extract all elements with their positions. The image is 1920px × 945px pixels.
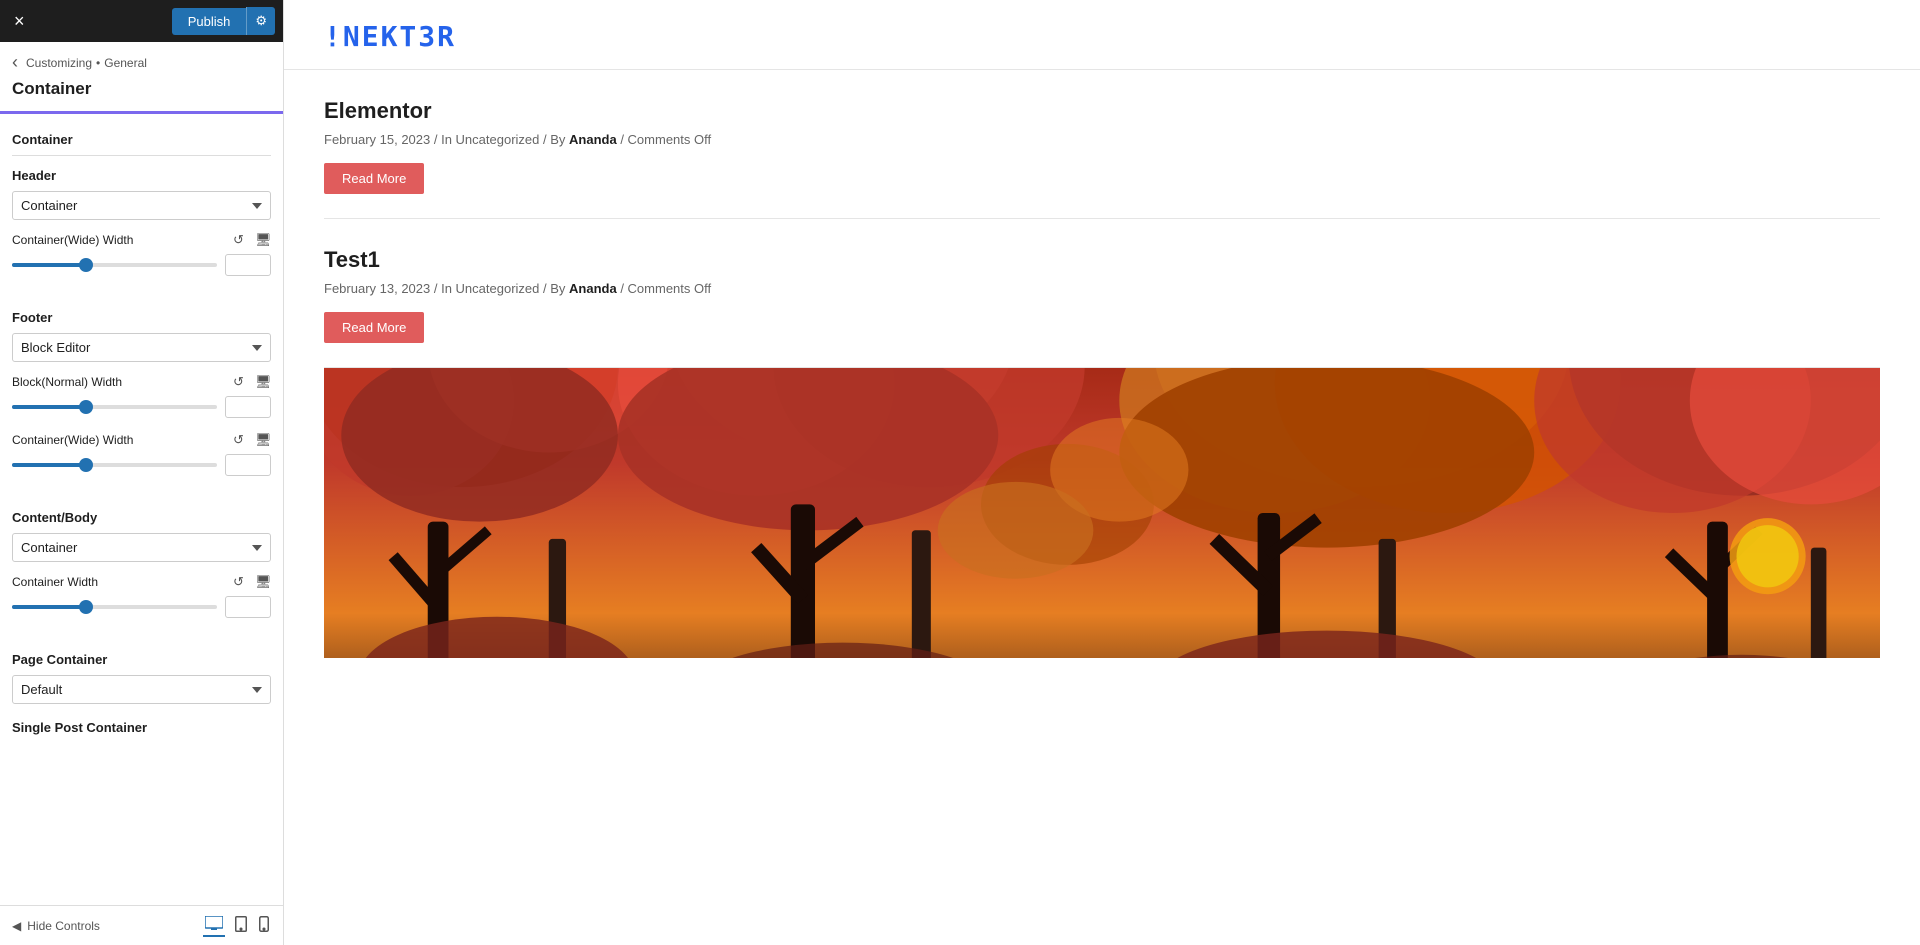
reset-icon[interactable]: ↺ (233, 232, 249, 248)
footer-wide-slider-row (12, 454, 271, 476)
publish-settings-button[interactable]: ⚙ (246, 7, 275, 35)
footer-block-input[interactable] (225, 396, 271, 418)
page-container-select[interactable]: Default Container Block Editor (12, 675, 271, 704)
read-more-button-1[interactable]: Read More (324, 163, 424, 194)
right-preview: !NEKT3R Elementor February 15, 2023 / In… (284, 0, 1920, 945)
reset-icon-3[interactable]: ↺ (233, 432, 249, 448)
post-image-item (324, 368, 1880, 658)
desktop-icon[interactable]: 🖥 (255, 232, 271, 248)
left-arrow-icon: ◀ (12, 919, 21, 933)
reset-icon-2[interactable]: ↺ (233, 374, 249, 390)
footer-wide-width-icons: ↺ 🖥 (233, 432, 271, 448)
content-width-icons: ↺ 🖥 (233, 574, 271, 590)
header-wide-width-slider[interactable] (12, 263, 217, 267)
desktop-icon-2[interactable]: 🖥 (255, 374, 271, 390)
autumn-image (324, 368, 1880, 658)
footer-block-width-icons: ↺ 🖥 (233, 374, 271, 390)
breadcrumb-path: Customizing (26, 56, 92, 70)
header-wide-width-row: Container(Wide) Width ↺ 🖥 (12, 232, 271, 248)
panel-body: Container Header Container Block Editor … (0, 114, 283, 905)
view-icons (203, 914, 271, 937)
post-list: Elementor February 15, 2023 / In Uncateg… (284, 70, 1920, 658)
breadcrumb-separator: • (96, 56, 100, 70)
footer-block-slider[interactable] (12, 405, 217, 409)
close-button[interactable]: × (8, 7, 31, 36)
footer-block-slider-row (12, 396, 271, 418)
content-width-row: Container Width ↺ 🖥 (12, 574, 271, 590)
footer-block-width-label: Block(Normal) Width (12, 375, 233, 389)
footer-wide-input[interactable] (225, 454, 271, 476)
content-width-input[interactable] (225, 596, 271, 618)
desktop-icon-3[interactable]: 🖥 (255, 432, 271, 448)
footer-wide-width-label: Container(Wide) Width (12, 433, 233, 447)
content-width-slider-row (12, 596, 271, 618)
post-item: Test1 February 13, 2023 / In Uncategoriz… (324, 219, 1880, 368)
post-meta-2: February 13, 2023 / In Uncategorized / B… (324, 281, 1880, 296)
desktop-view-button[interactable] (203, 914, 225, 937)
breadcrumb: ‹ Customizing • General (0, 42, 283, 77)
footer-block-width-row: Block(Normal) Width ↺ 🖥 (12, 374, 271, 390)
header-wide-width-slider-row (12, 254, 271, 276)
footer-wide-width-row: Container(Wide) Width ↺ 🖥 (12, 432, 271, 448)
breadcrumb-back-button[interactable]: ‹ (12, 52, 22, 73)
post-category-2: Uncategorized (456, 281, 540, 296)
header-width-icons: ↺ 🖥 (233, 232, 271, 248)
tablet-view-button[interactable] (233, 914, 249, 937)
publish-btn-group: Publish ⚙ (172, 7, 275, 35)
post-author-2: Ananda (569, 281, 617, 296)
post-comments: / Comments Off (620, 132, 711, 147)
breadcrumb-current: General (104, 56, 147, 70)
post-item: Elementor February 15, 2023 / In Uncateg… (324, 70, 1880, 219)
header-label: Header (12, 168, 271, 183)
hide-controls-button[interactable]: ◀ Hide Controls (12, 919, 100, 933)
reset-icon-4[interactable]: ↺ (233, 574, 249, 590)
left-panel: × Publish ⚙ ‹ Customizing • General Cont… (0, 0, 284, 945)
container-section-label: Container (12, 132, 271, 147)
bottom-controls: ◀ Hide Controls (0, 905, 283, 945)
mobile-view-button[interactable] (257, 914, 271, 937)
publish-button[interactable]: Publish (172, 8, 247, 35)
page-container-label: Page Container (12, 652, 271, 667)
single-post-container-label: Single Post Container (12, 720, 271, 735)
hide-controls-label: Hide Controls (27, 919, 100, 933)
post-category: Uncategorized (456, 132, 540, 147)
header-wide-width-input[interactable] (225, 254, 271, 276)
header-select[interactable]: Container Block Editor Default (12, 191, 271, 220)
top-bar: × Publish ⚙ (0, 0, 283, 42)
content-width-label: Container Width (12, 575, 233, 589)
site-logo: !NEKT3R (324, 20, 1880, 53)
post-meta: February 15, 2023 / In Uncategorized / B… (324, 132, 1880, 147)
panel-title: Container (0, 77, 283, 111)
content-body-label: Content/Body (12, 510, 271, 525)
post-comments-2: / Comments Off (620, 281, 711, 296)
header-wide-width-label: Container(Wide) Width (12, 233, 233, 247)
post-title: Elementor (324, 98, 1880, 124)
footer-label: Footer (12, 310, 271, 325)
desktop-icon-4[interactable]: 🖥 (255, 574, 271, 590)
content-width-slider[interactable] (12, 605, 217, 609)
post-author: Ananda (569, 132, 617, 147)
footer-select[interactable]: Container Block Editor Default (12, 333, 271, 362)
content-body-select[interactable]: Container Block Editor Default (12, 533, 271, 562)
post-date: February 15, 2023 (324, 132, 430, 147)
read-more-button-2[interactable]: Read More (324, 312, 424, 343)
footer-wide-slider[interactable] (12, 463, 217, 467)
post-date-2: February 13, 2023 (324, 281, 430, 296)
post-title-2: Test1 (324, 247, 1880, 273)
preview-header: !NEKT3R (284, 0, 1920, 70)
